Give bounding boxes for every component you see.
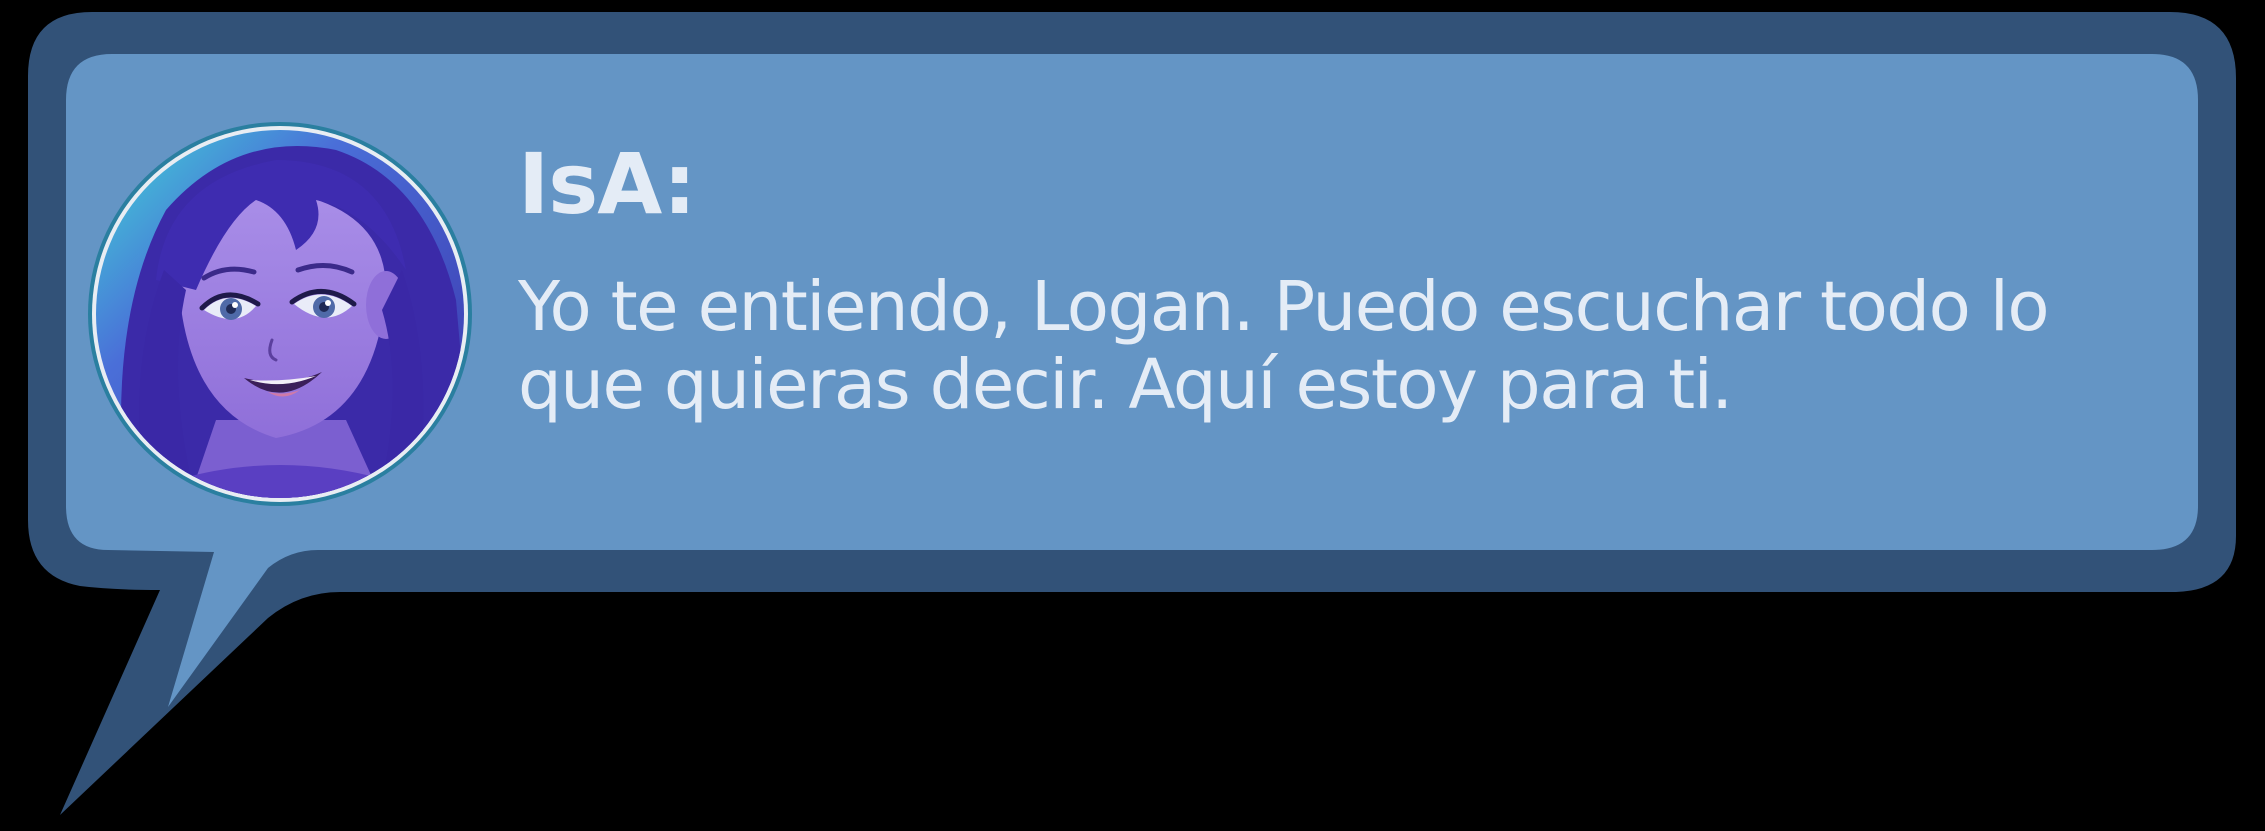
speaker-name: IsA: xyxy=(518,135,696,233)
character-portrait-icon xyxy=(88,122,472,506)
avatar xyxy=(86,120,474,508)
dialog-message: Yo te entiendo, Logan. Puedo escuchar to… xyxy=(518,267,2050,425)
